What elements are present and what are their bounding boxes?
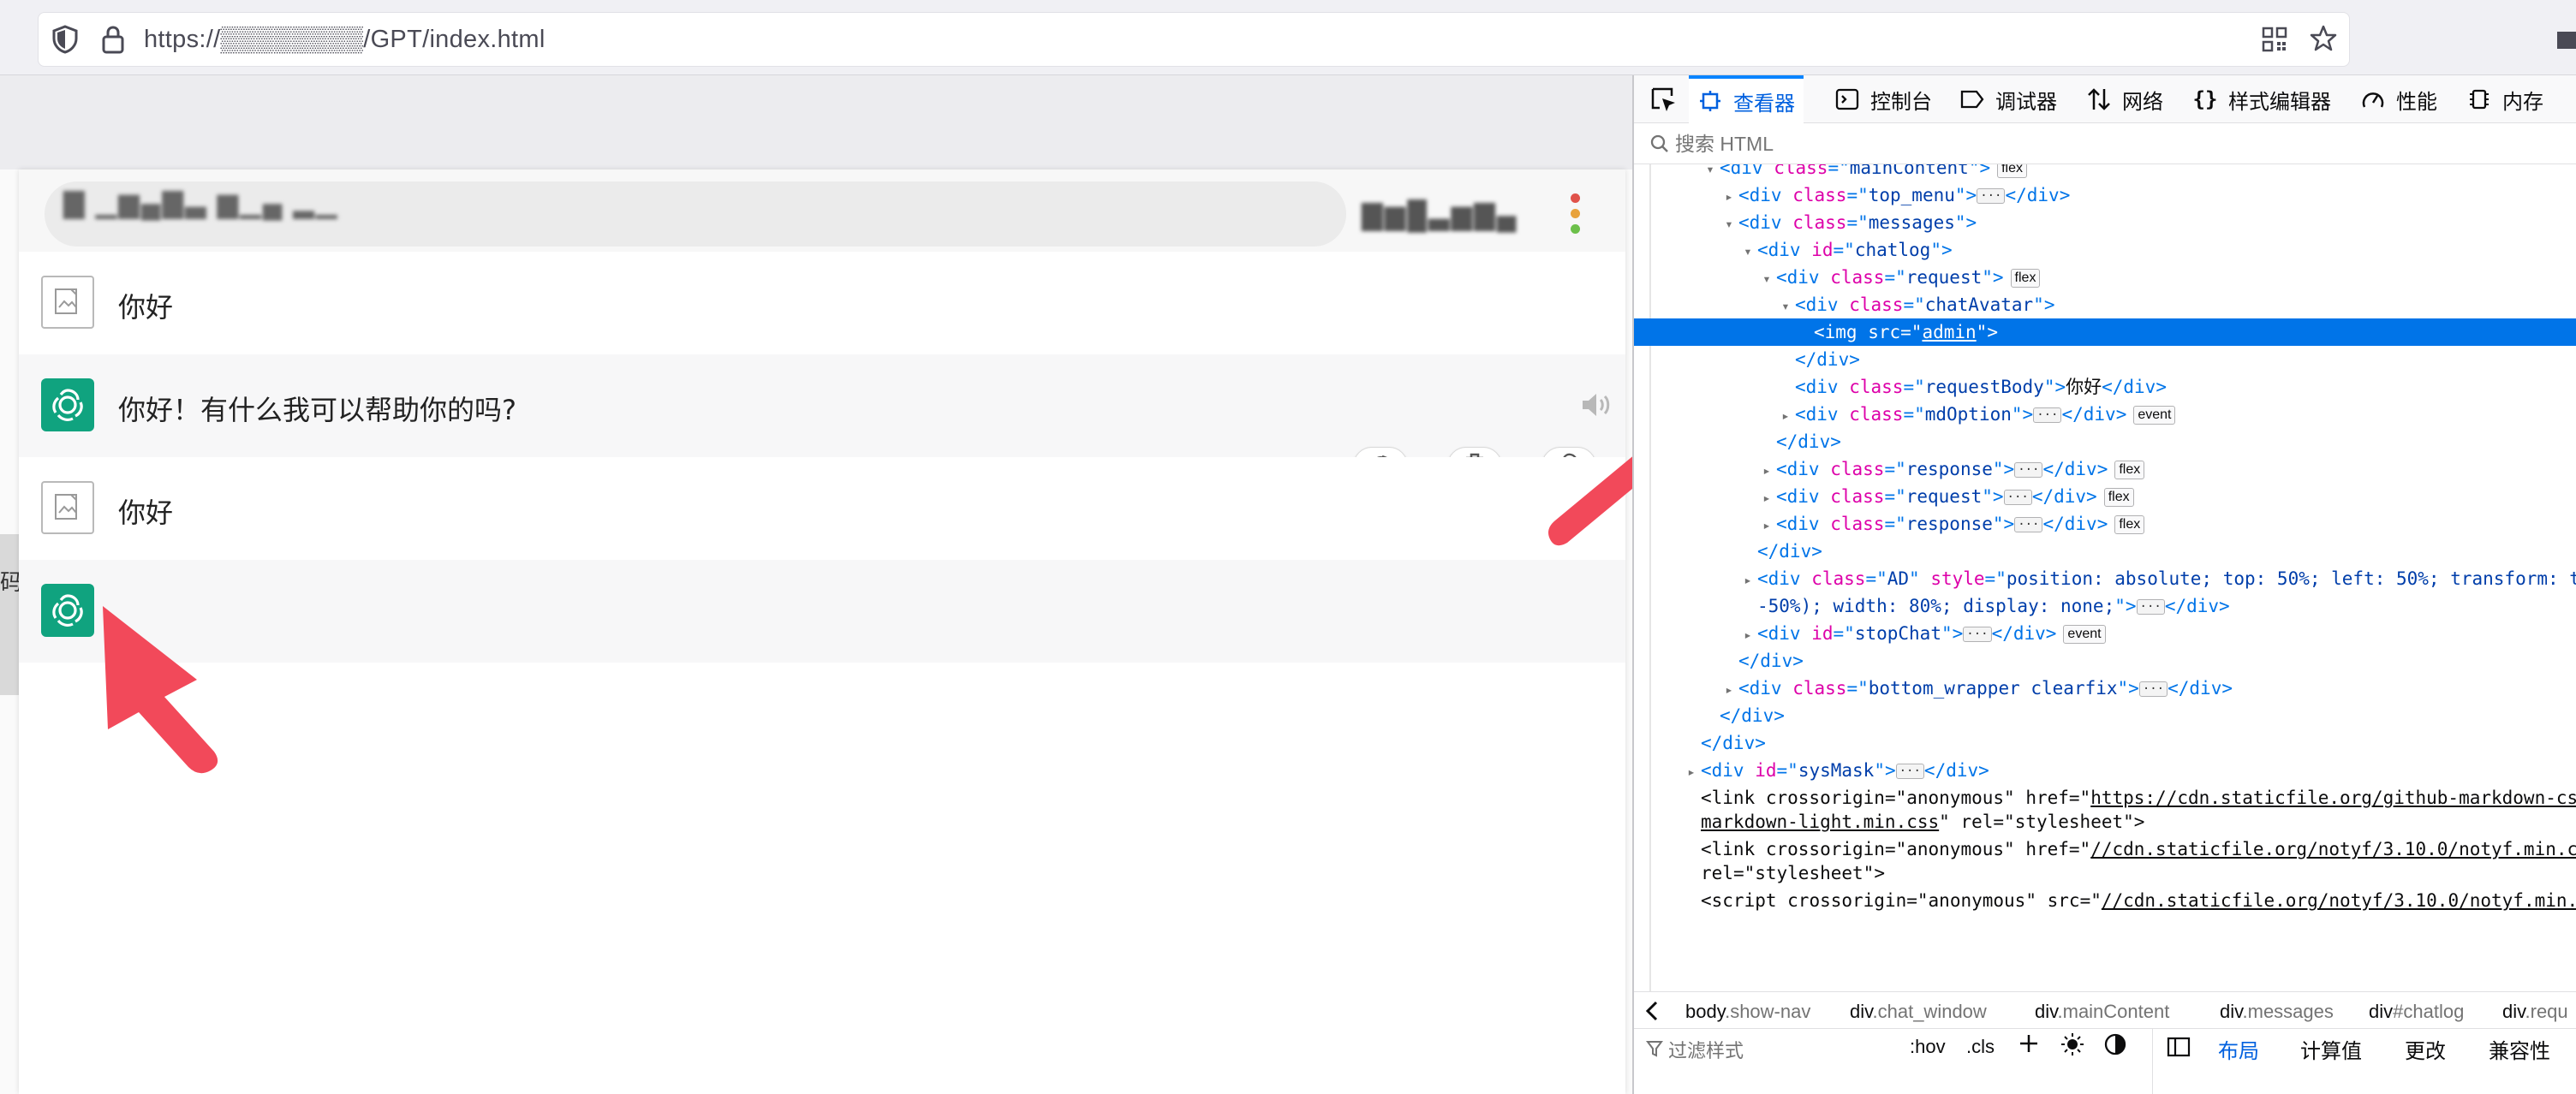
page-background-band: [0, 75, 1632, 169]
tree-node[interactable]: ▸ <div id="stopChat"> ··· </div> event: [1634, 620, 2576, 647]
tree-node: markdown-light.min.css" rel="stylesheet"…: [1701, 812, 2145, 832]
tree-node[interactable]: </div>: [1634, 729, 2576, 757]
tree-node[interactable]: <script crossorigin="anonymous" src="//c…: [1634, 887, 2576, 914]
qr-code-icon[interactable]: [2259, 24, 2290, 55]
devtools-panel: 查看器 控制台 调试器 网络 {} 样式编辑器 性能 内存 搜索 HTML ▾ …: [1632, 75, 2576, 1094]
light-mode-icon[interactable]: [2060, 1032, 2084, 1061]
side-nav-tab[interactable]: [0, 534, 19, 695]
tab-computed[interactable]: 计算值: [2300, 1034, 2362, 1064]
hover-state-toggle[interactable]: :hov: [1910, 1036, 1946, 1058]
tree-node[interactable]: </div>: [1634, 346, 2576, 373]
filter-icon: [1646, 1039, 1663, 1058]
element-picker-icon[interactable]: [1649, 86, 1679, 115]
tree-node[interactable]: ▸ <div class="bottom_wrapper clearfix"> ··…: [1634, 675, 2576, 702]
tree-node[interactable]: ▾ <div class="chatAvatar">: [1634, 291, 2576, 318]
search-icon: [1649, 134, 1670, 154]
tree-node[interactable]: ▸ <div class="response"> ··· </div> flex: [1634, 455, 2576, 483]
tree-node[interactable]: ▾ <div class="request"> flex: [1634, 264, 2576, 291]
tab-memory[interactable]: 内存: [2466, 75, 2543, 123]
menu-dot-orange[interactable]: [1571, 209, 1580, 218]
debugger-icon: [1959, 86, 1985, 112]
tree-node[interactable]: <div class="requestBody">你好</div>: [1634, 373, 2576, 401]
user-avatar-broken-image-icon: [41, 276, 94, 329]
tab-changes[interactable]: 更改: [2405, 1034, 2446, 1064]
tree-node[interactable]: ▸ <div class="response"> ··· </div> flex: [1634, 510, 2576, 538]
element-breadcrumbs: body.show-nav div.chat_window div.mainCo…: [1634, 991, 2576, 1029]
braces-icon: {}: [2192, 87, 2218, 111]
chat-window: ▇ ▁▆▄▇▃ ▆▁▄ ▂▁ ▇▆█▃▆▇▄ 你好 你好！有什么我可以帮助你的吗…: [19, 169, 1625, 1094]
breadcrumb-item[interactable]: body.show-nav: [1685, 1001, 1810, 1023]
rules-panel: 过滤样式 :hov .cls: [1634, 1029, 2153, 1094]
performance-icon: [2360, 86, 2386, 112]
toggle-sidebar-icon[interactable]: [2167, 1036, 2191, 1064]
html-search-bar: [1634, 123, 2576, 164]
chevron-left-icon[interactable]: [1643, 999, 1665, 1023]
tree-node[interactable]: ▸ <div class="request"> ··· </div> flex: [1634, 483, 2576, 510]
tab-compatibility[interactable]: 兼容性: [2489, 1034, 2550, 1064]
top-menu: ▇ ▁▆▄▇▃ ▆▁▄ ▂▁ ▇▆█▃▆▇▄: [19, 169, 1625, 252]
lock-icon[interactable]: [98, 24, 128, 55]
tab-debugger[interactable]: 调试器: [1959, 75, 2057, 123]
menu-dot-red[interactable]: [1571, 193, 1580, 203]
html-tree: ▾ <div class="mainContent"> flex ▸ <div cla…: [1634, 164, 2576, 991]
chat-message-assistant: 你好！有什么我可以帮助你的吗?: [19, 354, 1625, 485]
breadcrumb-item[interactable]: div.requ: [2502, 1001, 2568, 1023]
chat-message-assistant: [19, 560, 1625, 663]
web-content: 码 ▇ ▁▆▄▇▃ ▆▁▄ ▂▁ ▇▆█▃▆▇▄ 你好 你好！有什么我可以帮助你…: [0, 75, 1632, 1094]
tree-node[interactable]: ▾ <div class="messages">: [1634, 209, 2576, 236]
tab-style-editor[interactable]: {} 样式编辑器: [2192, 75, 2331, 123]
message-text: 你好！有什么我可以帮助你的吗?: [118, 394, 516, 426]
tab-layout[interactable]: 布局: [2218, 1034, 2259, 1064]
chat-title: ▇ ▁▆▄▇▃ ▆▁▄ ▂▁: [63, 187, 339, 218]
tree-node: rel="stylesheet">: [1701, 863, 1885, 883]
message-text: 你好: [118, 291, 174, 324]
shield-icon[interactable]: [50, 24, 80, 55]
tree-node[interactable]: </div>: [1634, 428, 2576, 455]
memory-icon: [2466, 86, 2492, 112]
add-rule-icon[interactable]: [2018, 1032, 2040, 1060]
tree-node[interactable]: </div>: [1634, 538, 2576, 565]
browser-toolbar: https://▒▒▒▒▒▒▒▒/GPT/index.html: [0, 0, 2576, 75]
network-icon: [2086, 86, 2112, 112]
filter-styles-input[interactable]: 过滤样式: [1668, 1036, 1744, 1063]
breadcrumb-item[interactable]: div#chatlog: [2369, 1001, 2464, 1023]
user-name: ▇▆█▃▆▇▄: [1362, 199, 1518, 230]
inspector-icon: [1697, 88, 1723, 114]
devtools-toolbar: 查看器 控制台 调试器 网络 {} 样式编辑器 性能 内存: [1634, 75, 2576, 123]
class-toggle[interactable]: .cls: [1966, 1036, 1995, 1058]
tree-node-selected[interactable]: <img src="admin">: [1634, 318, 2576, 346]
tree-node[interactable]: ▸ <div class="mdOption"> ··· </div> event: [1634, 401, 2576, 428]
tree-node[interactable]: ▾ <div id="chatlog">: [1634, 236, 2576, 264]
tab-inspector[interactable]: 查看器: [1689, 75, 1804, 123]
dark-mode-icon[interactable]: [2103, 1032, 2127, 1061]
tree-node[interactable]: ▸ <div class="top_menu"> ··· </div>: [1634, 181, 2576, 209]
chat-message-user: 你好: [19, 457, 1625, 560]
tree-node[interactable]: ▸ <div class="AD" style="position: absolu…: [1634, 565, 2576, 592]
html-search-input[interactable]: [1675, 130, 2531, 158]
layout-panel: 布局 计算值 更改 兼容性: [2155, 1029, 2576, 1094]
console-icon: [1834, 86, 1860, 112]
url-text[interactable]: https://▒▒▒▒▒▒▒▒/GPT/index.html: [144, 26, 546, 54]
tree-node[interactable]: ▸ <div id="sysMask"> ··· </div>: [1634, 757, 2576, 784]
bookmark-star-icon[interactable]: [2307, 22, 2340, 55]
tree-node[interactable]: ▾ <div class="mainContent"> flex: [1634, 164, 2576, 181]
tab-network[interactable]: 网络: [2086, 75, 2163, 123]
tab-performance[interactable]: 性能: [2360, 75, 2437, 123]
openai-logo-icon: [41, 378, 94, 431]
tree-node[interactable]: </div>: [1634, 702, 2576, 729]
menu-dot-green[interactable]: [1571, 224, 1580, 234]
tab-console[interactable]: 控制台: [1834, 75, 1932, 123]
breadcrumb-item[interactable]: div.mainContent: [2035, 1001, 2169, 1023]
extension-icon[interactable]: [2555, 24, 2576, 55]
breadcrumb-item[interactable]: div.messages: [2220, 1001, 2334, 1023]
breadcrumb-item[interactable]: div.chat_window: [1850, 1001, 1987, 1023]
chat-message-user: 你好: [19, 252, 1625, 354]
tree-node[interactable]: </div>: [1634, 647, 2576, 675]
tree-node: -50%); width: 80%; display: none;"> ··· </…: [1757, 596, 2230, 616]
annotation-arrow-left: [103, 606, 218, 774]
